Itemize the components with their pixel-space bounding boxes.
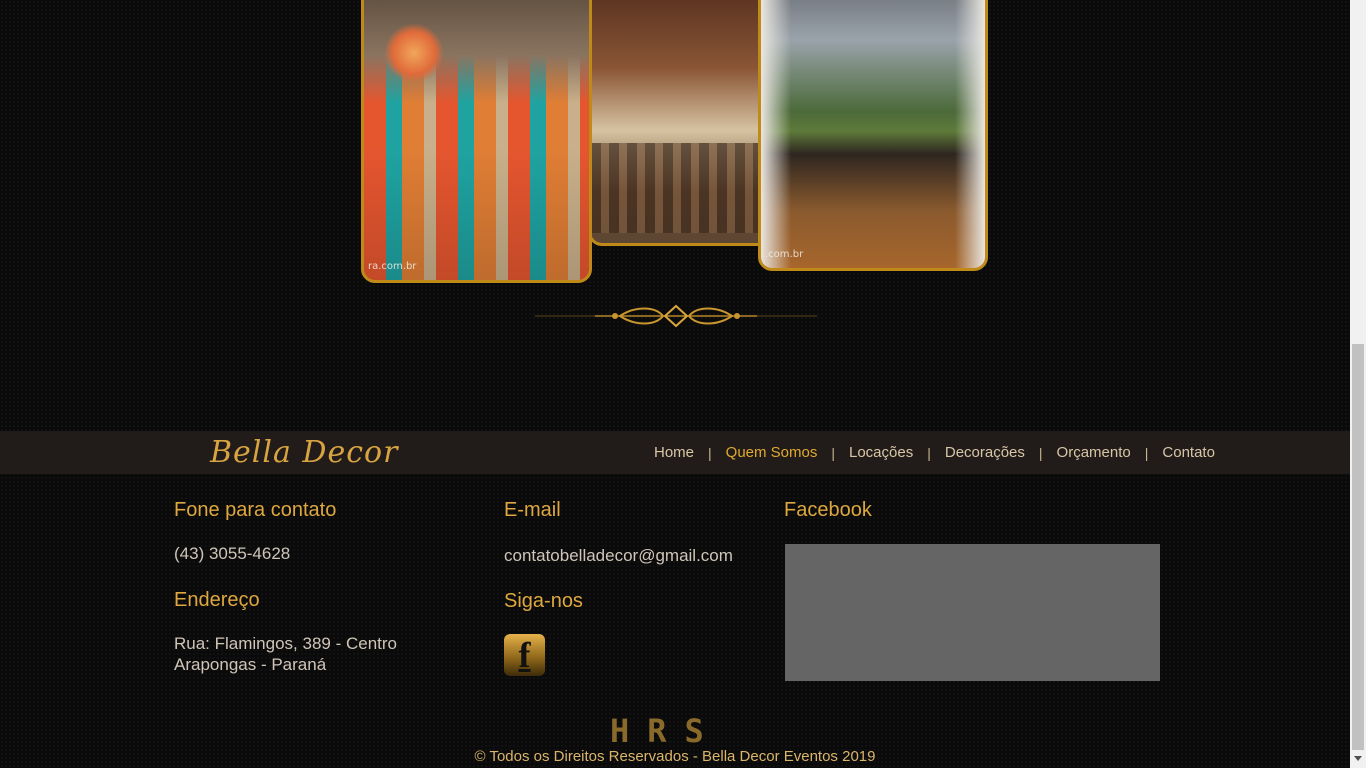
developer-logo[interactable]: HRS — [610, 712, 722, 750]
facebook-heading: Facebook — [784, 499, 872, 521]
photo-watermark: .com.br — [765, 249, 804, 260]
copyright-text: © Todos os Direitos Reservados - Bella D… — [474, 748, 876, 765]
brand-logo[interactable]: Bella Decor — [210, 435, 398, 470]
address-line1: Rua: Flamingos, 389 - Centro — [174, 634, 397, 653]
veranda-lounge-photo[interactable]: .com.br — [758, 0, 988, 271]
phone-heading: Fone para contato — [174, 499, 337, 521]
address-line2: Arapongas - Paraná — [174, 655, 327, 674]
nav-locacoes[interactable]: Locações — [835, 444, 927, 461]
email-address[interactable]: contatobelladecor@gmail.com — [504, 545, 733, 566]
table-setting-photo[interactable]: ra.com.br — [361, 0, 592, 283]
nav-home[interactable]: Home — [640, 444, 708, 461]
phone-number: (43) 3055-4628 — [174, 544, 291, 563]
page: ra.com.br .com.br Bella Decor Home | Que… — [0, 0, 1350, 768]
facebook-icon[interactable]: f — [504, 634, 545, 676]
follow-heading: Siga-nos — [504, 590, 583, 612]
address-heading: Endereço — [174, 589, 260, 611]
nav-decoracoes[interactable]: Decorações — [931, 444, 1039, 461]
email-heading: E-mail — [504, 499, 561, 521]
footer-nav-bar: Bella Decor Home | Quem Somos | Locações… — [0, 431, 1350, 474]
ornamental-divider — [535, 304, 817, 328]
scroll-down-arrow-icon[interactable] — [1354, 756, 1362, 761]
scrollbar-thumb[interactable] — [1352, 344, 1364, 750]
nav-quem-somos[interactable]: Quem Somos — [712, 444, 832, 461]
facebook-embed[interactable] — [785, 544, 1160, 681]
footer-nav: Home | Quem Somos | Locações | Decoraçõe… — [640, 431, 1229, 474]
photo-watermark: ra.com.br — [368, 261, 417, 272]
nav-contato[interactable]: Contato — [1148, 444, 1229, 461]
dining-hall-photo[interactable] — [588, 0, 780, 246]
nav-orcamento[interactable]: Orçamento — [1043, 444, 1145, 461]
